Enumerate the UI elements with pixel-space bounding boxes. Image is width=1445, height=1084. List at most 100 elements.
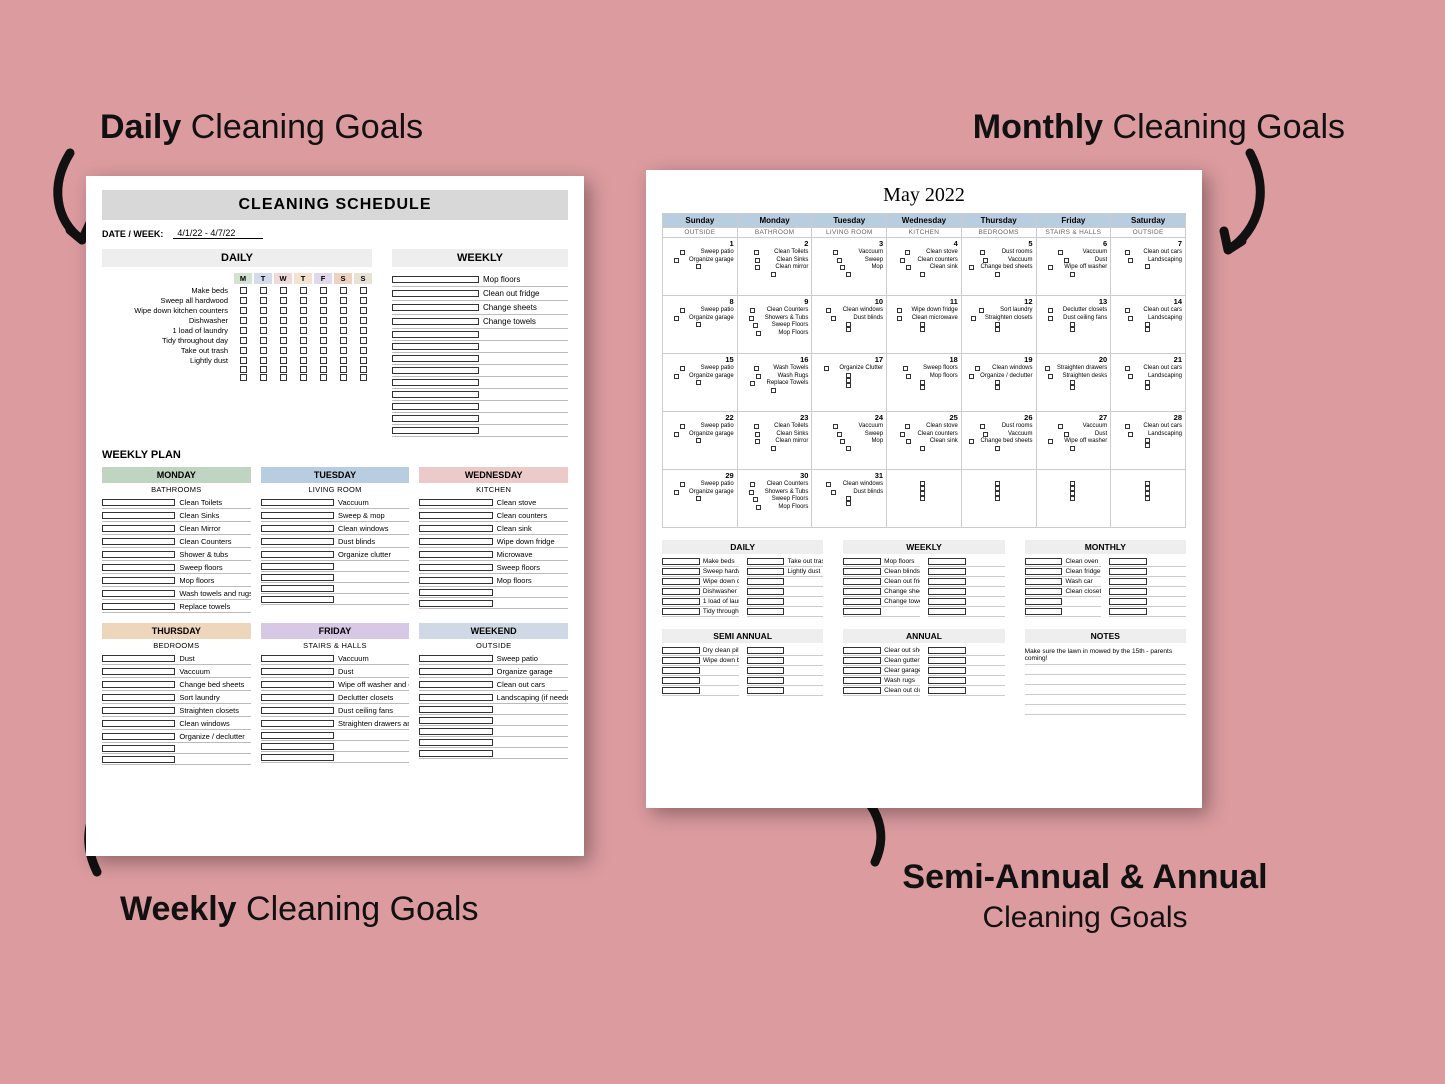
checkbox-icon[interactable] xyxy=(920,496,925,501)
checkbox-icon[interactable] xyxy=(831,316,836,321)
checkbox-icon[interactable] xyxy=(300,287,307,294)
checkbox-icon[interactable] xyxy=(1125,424,1130,429)
checkbox-icon[interactable] xyxy=(300,327,307,334)
checkbox-icon[interactable] xyxy=(771,272,776,277)
checkbox-icon[interactable] xyxy=(340,317,347,324)
checkbox-icon[interactable] xyxy=(419,525,492,532)
checkbox-icon[interactable] xyxy=(320,357,327,364)
checkbox-icon[interactable] xyxy=(419,655,492,662)
checkbox-icon[interactable] xyxy=(340,366,347,373)
checkbox-icon[interactable] xyxy=(843,687,881,694)
checkbox-icon[interactable] xyxy=(392,379,479,386)
checkbox-icon[interactable] xyxy=(1128,316,1133,321)
checkbox-icon[interactable] xyxy=(1145,385,1150,390)
checkbox-icon[interactable] xyxy=(900,432,905,437)
checkbox-icon[interactable] xyxy=(1109,578,1147,585)
checkbox-icon[interactable] xyxy=(340,297,347,304)
checkbox-icon[interactable] xyxy=(1125,250,1130,255)
checkbox-icon[interactable] xyxy=(1070,496,1075,501)
checkbox-icon[interactable] xyxy=(662,558,700,565)
checkbox-icon[interactable] xyxy=(1025,568,1063,575)
checkbox-icon[interactable] xyxy=(419,668,492,675)
checkbox-icon[interactable] xyxy=(662,568,700,575)
checkbox-icon[interactable] xyxy=(680,308,685,313)
checkbox-icon[interactable] xyxy=(1025,558,1063,565)
checkbox-icon[interactable] xyxy=(1070,327,1075,332)
checkbox-icon[interactable] xyxy=(1128,258,1133,263)
checkbox-icon[interactable] xyxy=(320,297,327,304)
checkbox-icon[interactable] xyxy=(754,424,759,429)
checkbox-icon[interactable] xyxy=(340,337,347,344)
checkbox-icon[interactable] xyxy=(906,439,911,444)
checkbox-icon[interactable] xyxy=(1070,446,1075,451)
checkbox-icon[interactable] xyxy=(983,432,988,437)
checkbox-icon[interactable] xyxy=(392,427,479,434)
checkbox-icon[interactable] xyxy=(928,568,966,575)
checkbox-icon[interactable] xyxy=(1058,424,1063,429)
checkbox-icon[interactable] xyxy=(747,568,785,575)
checkbox-icon[interactable] xyxy=(320,287,327,294)
checkbox-icon[interactable] xyxy=(360,357,367,364)
checkbox-icon[interactable] xyxy=(320,317,327,324)
checkbox-icon[interactable] xyxy=(102,590,175,597)
checkbox-icon[interactable] xyxy=(662,578,700,585)
checkbox-icon[interactable] xyxy=(1070,272,1075,277)
checkbox-icon[interactable] xyxy=(261,720,334,727)
checkbox-icon[interactable] xyxy=(320,366,327,373)
checkbox-icon[interactable] xyxy=(300,366,307,373)
checkbox-icon[interactable] xyxy=(755,258,760,263)
checkbox-icon[interactable] xyxy=(920,385,925,390)
checkbox-icon[interactable] xyxy=(1048,265,1053,270)
checkbox-icon[interactable] xyxy=(920,327,925,332)
checkbox-icon[interactable] xyxy=(837,432,842,437)
checkbox-icon[interactable] xyxy=(662,657,700,664)
checkbox-icon[interactable] xyxy=(240,337,247,344)
checkbox-icon[interactable] xyxy=(843,677,881,684)
checkbox-icon[interactable] xyxy=(833,250,838,255)
checkbox-icon[interactable] xyxy=(662,598,700,605)
checkbox-icon[interactable] xyxy=(1109,558,1147,565)
checkbox-icon[interactable] xyxy=(747,588,785,595)
checkbox-icon[interactable] xyxy=(1048,439,1053,444)
checkbox-icon[interactable] xyxy=(419,739,492,746)
checkbox-icon[interactable] xyxy=(755,432,760,437)
checkbox-icon[interactable] xyxy=(261,732,334,739)
checkbox-icon[interactable] xyxy=(392,403,479,410)
checkbox-icon[interactable] xyxy=(419,750,492,757)
checkbox-icon[interactable] xyxy=(320,347,327,354)
checkbox-icon[interactable] xyxy=(750,381,755,386)
checkbox-icon[interactable] xyxy=(261,754,334,761)
checkbox-icon[interactable] xyxy=(680,424,685,429)
checkbox-icon[interactable] xyxy=(102,551,175,558)
checkbox-icon[interactable] xyxy=(843,588,881,595)
checkbox-icon[interactable] xyxy=(320,307,327,314)
checkbox-icon[interactable] xyxy=(846,327,851,332)
checkbox-icon[interactable] xyxy=(240,357,247,364)
checkbox-icon[interactable] xyxy=(102,603,175,610)
checkbox-icon[interactable] xyxy=(260,347,267,354)
checkbox-icon[interactable] xyxy=(360,327,367,334)
checkbox-icon[interactable] xyxy=(360,317,367,324)
checkbox-icon[interactable] xyxy=(260,287,267,294)
checkbox-icon[interactable] xyxy=(102,499,175,506)
checkbox-icon[interactable] xyxy=(747,667,785,674)
checkbox-icon[interactable] xyxy=(300,347,307,354)
checkbox-icon[interactable] xyxy=(1145,443,1150,448)
checkbox-icon[interactable] xyxy=(755,439,760,444)
checkbox-icon[interactable] xyxy=(261,743,334,750)
checkbox-icon[interactable] xyxy=(340,357,347,364)
checkbox-icon[interactable] xyxy=(240,307,247,314)
checkbox-icon[interactable] xyxy=(280,307,287,314)
checkbox-icon[interactable] xyxy=(392,391,479,398)
checkbox-icon[interactable] xyxy=(261,668,334,675)
checkbox-icon[interactable] xyxy=(826,308,831,313)
checkbox-icon[interactable] xyxy=(696,438,701,443)
checkbox-icon[interactable] xyxy=(419,728,492,735)
checkbox-icon[interactable] xyxy=(980,424,985,429)
checkbox-icon[interactable] xyxy=(261,681,334,688)
checkbox-icon[interactable] xyxy=(1109,608,1147,615)
checkbox-icon[interactable] xyxy=(419,706,492,713)
checkbox-icon[interactable] xyxy=(906,265,911,270)
checkbox-icon[interactable] xyxy=(846,272,851,277)
checkbox-icon[interactable] xyxy=(1128,374,1133,379)
